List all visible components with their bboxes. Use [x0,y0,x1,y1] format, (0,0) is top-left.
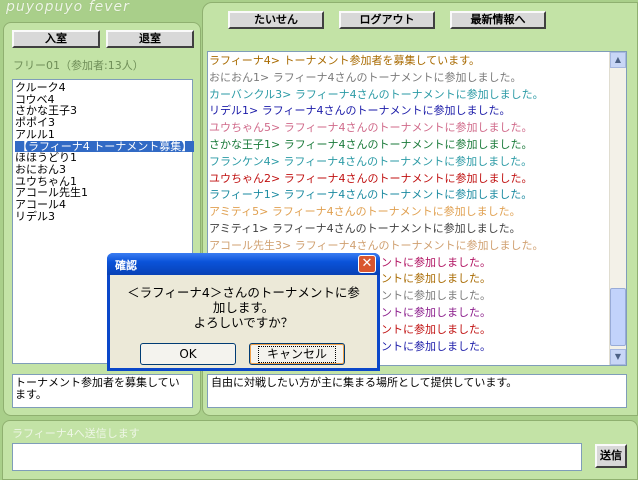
battle-button[interactable]: たいせん [228,11,324,29]
dialog-message-line3: よろしいですか？ [193,315,294,330]
cancel-button[interactable]: キャンセル [249,343,345,365]
chat-line: カーバンクル3> ラフィーナ4さんのトーナメントに参加しました。 [209,87,544,101]
send-target-label: ラフィーナ4へ送信します [12,427,140,440]
chat-line: リデル1> ラフィーナ4さんのトーナメントに参加しました。 [209,104,511,118]
close-icon[interactable]: ✕ [358,255,376,273]
chat-line: フランケン4> ラフィーナ4さんのトーナメントに参加しました。 [209,154,533,168]
chat-line: ユウちゃん5> ラフィーナ4さんのトーナメントに参加しました。 [209,121,533,135]
dialog-message: ＜ラフィーナ4＞さんのトーナメントに参 加します。 よろしいですか？ [110,285,377,330]
user-name: アルル1 [15,127,55,141]
dialog-message-line1: ＜ラフィーナ4＞さんのトーナメントに参 [127,285,360,300]
news-button[interactable]: 最新情報へ [450,11,546,29]
room-description-left: トーナメント参加者を募集しています。 [12,374,193,408]
cancel-button-label: キャンセル [257,346,336,363]
dialog-message-line2: 加します。 [212,300,275,315]
chat-line: アミティ5> ラフィーナ4さんのトーナメントに参加しました。 [209,205,521,219]
app-logo: puyopuyo fever [6,0,130,15]
room-description-right: 自由に対戦したい方が主に集まる場所として提供しています。 [207,374,627,408]
ok-button[interactable]: OK [140,343,236,365]
chat-scrollbar[interactable]: ▲ ▼ [609,52,626,365]
scroll-up-icon[interactable]: ▲ [610,52,626,68]
leave-room-button[interactable]: 退室 [106,30,194,48]
scroll-down-icon[interactable]: ▼ [610,349,626,365]
room-label: フリー01（参加者:13人） [13,59,144,72]
confirm-dialog: 確認 ✕ ＜ラフィーナ4＞さんのトーナメントに参 加します。 よろしいですか？ … [107,253,380,371]
chat-line: ユウちゃん2> ラフィーナ4さんのトーナメントに参加しました。 [209,171,533,185]
user-name: リデル3 [15,209,55,223]
logout-button[interactable]: ログアウト [339,11,435,29]
chat-line: ラフィーナ1> ラフィーナ4さんのトーナメントに参加しました。 [209,188,533,202]
enter-room-button[interactable]: 入室 [12,30,100,48]
chat-line: さかな王子1> ラフィーナ4さんのトーナメントに参加しました。 [209,137,533,151]
chat-line: おにおん1> ラフィーナ4さんのトーナメントに参加しました。 [209,70,522,84]
dialog-body: ＜ラフィーナ4＞さんのトーナメントに参 加します。 よろしいですか？ OK キャ… [110,275,377,368]
user-list-item[interactable]: アルル1 [15,127,190,141]
chat-line: ラフィーナ4> トーナメント参加者を募集しています。 [209,54,481,67]
user-list-item[interactable]: リデル3 [15,209,190,223]
dialog-title: 確認 [115,259,137,272]
dialog-titlebar[interactable]: 確認 ✕ [107,253,380,275]
chat-line: アミティ1> ラフィーナ4さんのトーナメントに参加しました。 [209,221,521,235]
message-input[interactable] [12,443,582,471]
send-button[interactable]: 送信 [595,444,627,468]
scroll-thumb[interactable] [610,288,626,346]
